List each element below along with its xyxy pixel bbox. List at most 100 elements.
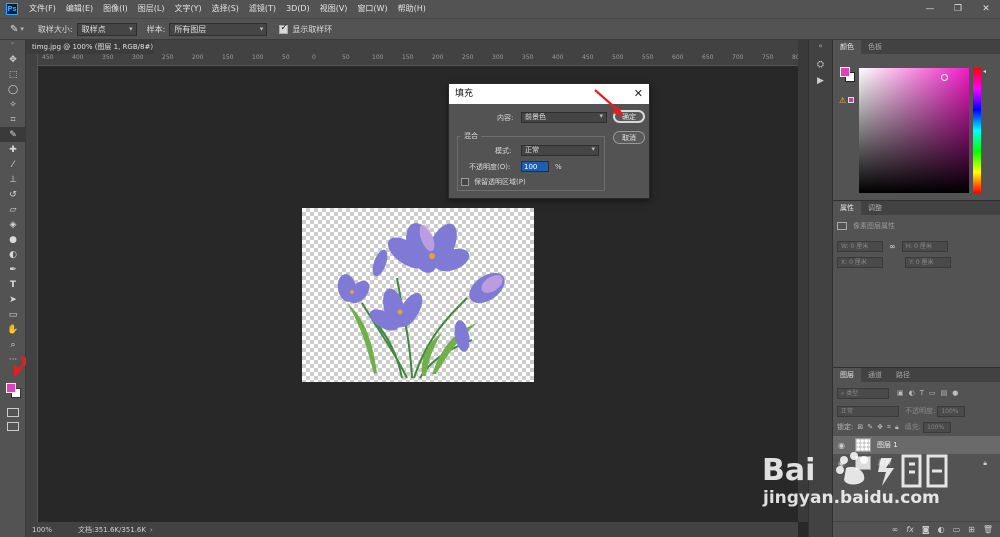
color-panel-tabs: 颜色 色板: [833, 40, 1000, 54]
tab-adjustments[interactable]: 调整: [861, 201, 889, 215]
layer-blend-row: 正常 不透明度: 100%: [837, 404, 997, 418]
cancel-button[interactable]: 取消: [613, 131, 645, 144]
menu-help[interactable]: 帮助(H): [393, 0, 431, 18]
y-field[interactable]: Y: 0 厘米: [905, 256, 951, 268]
preserve-transparency-checkbox[interactable]: [461, 178, 469, 186]
minimize-button[interactable]: —: [916, 0, 944, 18]
add-mask-icon[interactable]: ◙: [922, 525, 930, 534]
width-field[interactable]: W: 0 厘米: [837, 240, 883, 252]
filter-smart-icon[interactable]: ▤: [941, 389, 948, 397]
tab-swatches[interactable]: 色板: [861, 40, 889, 54]
background-visibility-icon[interactable]: ◉: [838, 459, 845, 468]
link-dimensions-icon[interactable]: ∞: [889, 242, 896, 251]
ruler-tick-label: 300: [132, 54, 144, 61]
vertical-ruler[interactable]: [26, 54, 38, 522]
options-bar: ✎ ▾ 取样大小: 取样点 样本: 所有图层 显示取样环: [0, 18, 1000, 40]
menu-edit[interactable]: 编辑(E): [61, 0, 98, 18]
zoom-level[interactable]: 100%: [32, 526, 72, 534]
hue-slider-handle[interactable]: ◂: [983, 68, 986, 75]
gamut-warning-icon[interactable]: ⚠: [839, 96, 846, 105]
menu-select[interactable]: 选择(S): [207, 0, 244, 18]
delete-layer-icon[interactable]: 🗑︎: [983, 525, 993, 534]
history-panel-icon[interactable]: ⛭: [809, 60, 832, 70]
menu-bar: Ps 文件(F) 编辑(E) 图像(I) 图层(L) 文字(Y) 选择(S) 滤…: [0, 0, 1000, 18]
canvas-image[interactable]: [302, 208, 534, 382]
filter-toggle-icon[interactable]: ●: [952, 389, 958, 397]
collapse-icon[interactable]: «: [809, 42, 832, 50]
ruler-tick-label: 600: [672, 54, 684, 61]
gamut-color-swatch[interactable]: [848, 97, 854, 103]
tab-properties[interactable]: 属性: [833, 201, 861, 215]
close-window-button[interactable]: ✕: [972, 0, 1000, 18]
x-field[interactable]: X: 0 厘米: [837, 256, 883, 268]
menu-window[interactable]: 窗口(W): [352, 0, 392, 18]
layer-kind-filter[interactable]: ⌕ 类型: [837, 387, 889, 399]
layers-tabs: 图层 通道 路径: [833, 368, 1000, 382]
sample-select[interactable]: 所有图层: [169, 22, 268, 36]
dialog-close-icon[interactable]: ✕: [634, 84, 643, 104]
lock-pixels-icon[interactable]: ✎: [867, 423, 873, 431]
background-lock-icon[interactable]: 🔒︎: [983, 459, 987, 468]
filter-adjust-icon[interactable]: ◐: [909, 389, 915, 397]
color-picker-field[interactable]: [859, 68, 969, 193]
menu-3d[interactable]: 3D(D): [281, 0, 315, 18]
layer-1-name[interactable]: 图层 1: [877, 440, 898, 450]
layer-fill-input[interactable]: 100%: [923, 421, 952, 433]
layer-1-visibility-icon[interactable]: ◉: [838, 441, 845, 450]
show-ring-label: 显示取样环: [292, 24, 333, 34]
ruler-tick-label: 700: [732, 54, 744, 61]
content-label: 内容:: [497, 113, 514, 122]
tab-paths[interactable]: 路径: [889, 368, 917, 382]
filter-shape-icon[interactable]: ▭: [929, 389, 936, 397]
ruler-tick-label: 550: [642, 54, 654, 61]
tab-layers[interactable]: 图层: [833, 368, 861, 382]
menu-file[interactable]: 文件(F): [24, 0, 61, 18]
layer-fx-icon[interactable]: fx: [906, 525, 914, 534]
menu-filter[interactable]: 滤镜(T): [244, 0, 281, 18]
opacity-input[interactable]: 100: [521, 161, 549, 172]
actions-play-icon[interactable]: ▶: [809, 76, 832, 86]
color-picker-ring[interactable]: [941, 74, 948, 81]
panel-fg-swatch[interactable]: [840, 67, 850, 77]
adjustment-layer-icon[interactable]: ◐: [938, 525, 945, 534]
ruler-tick-label: 200: [432, 54, 444, 61]
link-layers-icon[interactable]: ∞: [892, 525, 899, 534]
tab-color[interactable]: 颜色: [833, 40, 861, 54]
eyedropper-preset-icon[interactable]: ✎: [10, 24, 18, 35]
status-arrow-icon[interactable]: ›: [150, 526, 153, 534]
lock-position-icon[interactable]: ✥: [877, 423, 883, 431]
layer-row-1[interactable]: ◉ 图层 1: [833, 436, 1000, 454]
menu-type[interactable]: 文字(Y): [169, 0, 206, 18]
maximize-button[interactable]: ❐: [944, 0, 972, 18]
horizontal-ruler[interactable]: 450 400 350 300 250 200 150 100 50 0 50 100 150 200 25…: [38, 54, 798, 66]
hue-slider[interactable]: [973, 68, 981, 193]
lock-artboard-icon[interactable]: ⌗: [887, 423, 891, 432]
menu-layer[interactable]: 图层(L): [133, 0, 170, 18]
mode-select[interactable]: 正常: [521, 145, 599, 156]
layer-opacity-input[interactable]: 100%: [937, 405, 966, 417]
ruler-tick-label: 500: [612, 54, 624, 61]
filter-type-icon[interactable]: T: [920, 389, 924, 397]
layer-row-background[interactable]: ◉ 背景 🔒︎: [833, 454, 1000, 472]
menu-view[interactable]: 视图(V): [315, 0, 353, 18]
document-tab[interactable]: timg.jpg @ 100% (图层 1, RGB/8#) * ×: [26, 40, 154, 65]
tab-channels[interactable]: 通道: [861, 368, 889, 382]
background-name[interactable]: 背景: [877, 458, 891, 468]
vertical-scrollbar[interactable]: [798, 40, 808, 522]
filter-pixel-icon[interactable]: ▣: [897, 389, 904, 397]
layer-blend-select[interactable]: 正常: [837, 405, 899, 417]
sample-size-select[interactable]: 取样点: [76, 22, 137, 36]
new-layer-icon[interactable]: ⊞: [968, 525, 975, 534]
show-ring-checkbox[interactable]: [279, 23, 289, 34]
ruler-tick-label: 150: [402, 54, 414, 61]
height-field[interactable]: H: 0 厘米: [901, 240, 948, 252]
layer-1-thumbnail: [855, 438, 871, 452]
preset-chevron-icon[interactable]: ▾: [20, 25, 24, 33]
menu-image[interactable]: 图像(I): [98, 0, 133, 18]
document-size: 文档:351.6K/351.6K: [78, 525, 146, 534]
layers-bottom-bar: ∞ fx ◙ ◐ ▭ ⊞ 🗑︎: [833, 521, 1000, 537]
new-group-icon[interactable]: ▭: [953, 525, 961, 534]
lock-all-icon[interactable]: 🔒︎: [895, 423, 899, 432]
ruler-tick-label: 0: [312, 54, 316, 61]
lock-transparency-icon[interactable]: ⊠: [857, 423, 863, 431]
